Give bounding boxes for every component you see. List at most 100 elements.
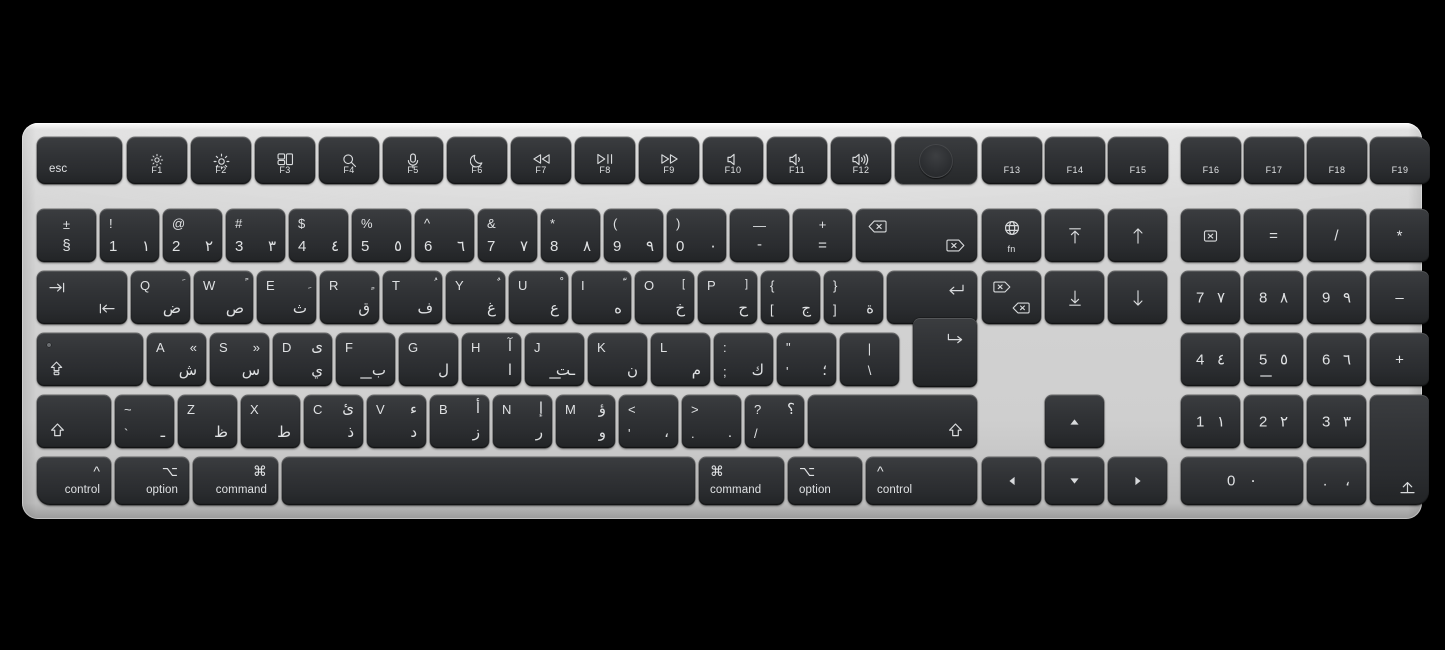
key-fn[interactable]: fn bbox=[982, 209, 1041, 262]
key-numpad-2[interactable]: 2 ٢ bbox=[1244, 395, 1303, 448]
key-2[interactable]: @ 2 ٢ bbox=[163, 209, 222, 262]
key-f2[interactable]: F2 bbox=[191, 137, 251, 184]
key-option-left[interactable]: ⌥ option bbox=[115, 457, 189, 505]
key-e[interactable]: E ِ ث bbox=[257, 271, 316, 324]
key-f9[interactable]: F9 bbox=[639, 137, 699, 184]
key-f3[interactable]: F3 bbox=[255, 137, 315, 184]
key-w[interactable]: W ً ص bbox=[194, 271, 253, 324]
key-d[interactable]: D ى ي bbox=[273, 333, 332, 386]
key-f6[interactable]: F6 bbox=[447, 137, 507, 184]
key-caps-lock[interactable] bbox=[37, 333, 143, 386]
key-0[interactable]: ) 0 ٠ bbox=[667, 209, 726, 262]
key-numpad-9[interactable]: 9 ٩ bbox=[1307, 271, 1366, 324]
key-numpad-3[interactable]: 3 ٣ bbox=[1307, 395, 1366, 448]
key-numpad-enter[interactable] bbox=[1370, 395, 1429, 505]
key-i[interactable]: I ّ ه bbox=[572, 271, 631, 324]
key-y[interactable]: Y ٌ غ bbox=[446, 271, 505, 324]
key-n[interactable]: N إ ر bbox=[493, 395, 552, 448]
key-m[interactable]: M ؤ و bbox=[556, 395, 615, 448]
key-f15[interactable]: F15 bbox=[1108, 137, 1168, 184]
key-f10[interactable]: F10 bbox=[703, 137, 763, 184]
key-shift-left[interactable] bbox=[37, 395, 111, 448]
key-numpad-plus[interactable]: + bbox=[1370, 333, 1429, 386]
key-b[interactable]: B أ ز bbox=[430, 395, 489, 448]
key-command-right[interactable]: ⌘ command bbox=[699, 457, 784, 505]
key-arrow-right[interactable] bbox=[1108, 457, 1167, 505]
key-quote[interactable]: " ' ؛ bbox=[777, 333, 836, 386]
key-return[interactable] bbox=[887, 271, 977, 387]
key-arrow-down[interactable] bbox=[1045, 457, 1104, 505]
key-esc[interactable]: esc bbox=[37, 137, 122, 184]
key-7[interactable]: & 7 ٧ bbox=[478, 209, 537, 262]
key-3[interactable]: # 3 ٣ bbox=[226, 209, 285, 262]
touch-id-button[interactable] bbox=[895, 137, 977, 184]
key-control-left[interactable]: ^ control bbox=[37, 457, 111, 505]
key-1[interactable]: ! 1 ١ bbox=[100, 209, 159, 262]
key-f5[interactable]: F5 bbox=[383, 137, 443, 184]
key-a[interactable]: A « ش bbox=[147, 333, 206, 386]
key-f13[interactable]: F13 bbox=[982, 137, 1042, 184]
key-6[interactable]: ^ 6 ٦ bbox=[415, 209, 474, 262]
key-tab[interactable] bbox=[37, 271, 127, 324]
key-f19[interactable]: F19 bbox=[1370, 137, 1430, 184]
key-numpad-7[interactable]: 7 ٧ bbox=[1181, 271, 1240, 324]
key-numpad-4[interactable]: 4 ٤ bbox=[1181, 333, 1240, 386]
key-slash[interactable]: ? ؟ / bbox=[745, 395, 804, 448]
key-f17[interactable]: F17 bbox=[1244, 137, 1304, 184]
key-9[interactable]: ( 9 ٩ bbox=[604, 209, 663, 262]
key-f16[interactable]: F16 bbox=[1181, 137, 1241, 184]
key-8[interactable]: * 8 ٨ bbox=[541, 209, 600, 262]
key-section[interactable]: ± § bbox=[37, 209, 96, 262]
key-t[interactable]: T ُ ف bbox=[383, 271, 442, 324]
key-equal-numpad[interactable]: = bbox=[1244, 209, 1303, 262]
key-s[interactable]: S » س bbox=[210, 333, 269, 386]
key-arrow-left[interactable] bbox=[982, 457, 1041, 505]
key-g[interactable]: G ل bbox=[399, 333, 458, 386]
key-backslash[interactable]: | \ bbox=[840, 333, 899, 386]
key-f14[interactable]: F14 bbox=[1045, 137, 1105, 184]
key-page-up[interactable] bbox=[1045, 209, 1104, 262]
key-c[interactable]: C ئ ذ bbox=[304, 395, 363, 448]
key-shift-right[interactable] bbox=[808, 395, 977, 448]
key-v[interactable]: V ء د bbox=[367, 395, 426, 448]
key-l[interactable]: L م bbox=[651, 333, 710, 386]
key-home[interactable] bbox=[1108, 209, 1167, 262]
key-clear-numpad[interactable] bbox=[982, 271, 1041, 324]
key-bracket-left[interactable]: { [ ج bbox=[761, 271, 820, 324]
key-z[interactable]: Z ظ bbox=[178, 395, 237, 448]
key-control-right[interactable]: ^ control bbox=[866, 457, 977, 505]
key-numpad-decimal[interactable]: . ، bbox=[1307, 457, 1366, 505]
key-x[interactable]: X ط bbox=[241, 395, 300, 448]
key-p[interactable]: P ] ح bbox=[698, 271, 757, 324]
key-multiply-numpad[interactable]: * bbox=[1370, 209, 1429, 262]
key-comma[interactable]: < ' ، bbox=[619, 395, 678, 448]
key-k[interactable]: K ن bbox=[588, 333, 647, 386]
key-numpad-8[interactable]: 8 ٨ bbox=[1244, 271, 1303, 324]
key-4[interactable]: $ 4 ٤ bbox=[289, 209, 348, 262]
key-equal[interactable]: + = bbox=[793, 209, 852, 262]
key-f4[interactable]: F4 bbox=[319, 137, 379, 184]
key-u[interactable]: U ْ ع bbox=[509, 271, 568, 324]
key-5[interactable]: % 5 ٥ bbox=[352, 209, 411, 262]
key-f12[interactable]: F12 bbox=[831, 137, 891, 184]
key-end[interactable] bbox=[1108, 271, 1167, 324]
key-numpad-5[interactable]: 5 ٥ bbox=[1244, 333, 1303, 386]
key-o[interactable]: O [ خ bbox=[635, 271, 694, 324]
key-semicolon[interactable]: : ; ك bbox=[714, 333, 773, 386]
key-minus[interactable]: — - bbox=[730, 209, 789, 262]
key-j[interactable]: J ـت bbox=[525, 333, 584, 386]
key-h[interactable]: H آ ا bbox=[462, 333, 521, 386]
key-page-down[interactable] bbox=[1045, 271, 1104, 324]
key-space[interactable] bbox=[282, 457, 695, 505]
key-command-left[interactable]: ⌘ command bbox=[193, 457, 278, 505]
key-f7[interactable]: F7 bbox=[511, 137, 571, 184]
key-r[interactable]: R ٍ ق bbox=[320, 271, 379, 324]
key-forward-delete[interactable] bbox=[1181, 209, 1240, 262]
key-divide-numpad[interactable]: / bbox=[1307, 209, 1366, 262]
key-f8[interactable]: F8 bbox=[575, 137, 635, 184]
key-arrow-up[interactable] bbox=[1045, 395, 1104, 448]
key-numpad-minus[interactable]: – bbox=[1370, 271, 1429, 324]
key-bracket-right[interactable]: } ] ة bbox=[824, 271, 883, 324]
key-period[interactable]: > . . bbox=[682, 395, 741, 448]
key-f1[interactable]: F1 bbox=[127, 137, 187, 184]
